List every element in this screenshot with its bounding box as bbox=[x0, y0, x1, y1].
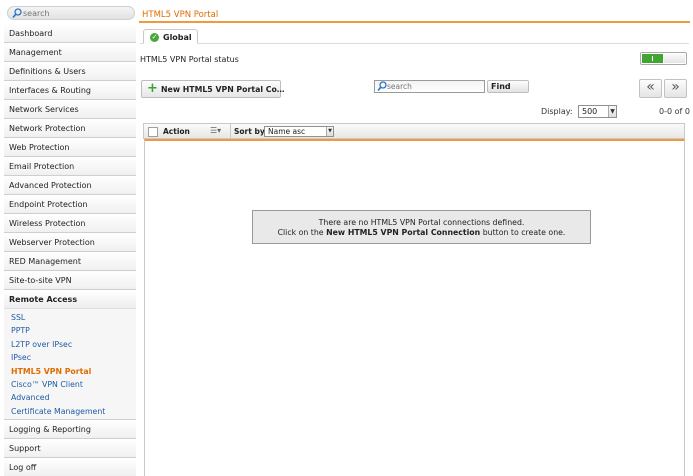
sidebar: Dashboard Management Definitions & Users… bbox=[0, 0, 139, 476]
remote-access-submenu: SSL PPTP L2TP over IPsec IPsec HTML5 VPN… bbox=[4, 309, 136, 421]
display-count-value: 500 bbox=[582, 107, 598, 116]
sidebar-subitem-pptp[interactable]: PPTP bbox=[4, 324, 136, 337]
sort-by-label: Sort by: bbox=[234, 127, 268, 136]
sidebar-subitem-l2tp-over-ipsec[interactable]: L2TP over IPsec bbox=[4, 338, 136, 351]
breadcrumb-bar: HTML5 VPN Portal bbox=[139, 5, 690, 23]
result-range: 0-0 of 0 bbox=[659, 107, 690, 116]
sort-by-select[interactable]: Name asc ▼ bbox=[264, 126, 334, 137]
search-icon bbox=[377, 81, 387, 92]
sidebar-subitem-certificate-management[interactable]: Certificate Management bbox=[4, 405, 136, 418]
new-portal-connection-label: New HTML5 VPN Portal Co… bbox=[161, 85, 285, 94]
list-header: Action ☰▾ Sort by: Name asc ▼ bbox=[143, 123, 685, 139]
empty-state-button-ref: New HTML5 VPN Portal Connection bbox=[326, 228, 481, 237]
sidebar-search[interactable] bbox=[7, 6, 135, 20]
display-count-label: Display: bbox=[541, 107, 573, 116]
list-menu-icon[interactable]: ☰▾ bbox=[210, 126, 221, 135]
select-all-checkbox[interactable] bbox=[148, 127, 158, 137]
empty-state-prefix: Click on the bbox=[277, 228, 327, 237]
chevron-down-icon: ▼ bbox=[608, 106, 616, 117]
sidebar-subitem-advanced[interactable]: Advanced bbox=[4, 391, 136, 404]
empty-state-line2: Click on the New HTML5 VPN Portal Connec… bbox=[253, 228, 590, 237]
sidebar-item-support[interactable]: Support bbox=[4, 439, 136, 459]
next-page-button[interactable]: » bbox=[664, 79, 687, 98]
header-divider bbox=[230, 124, 231, 138]
sidebar-subitem-cisco-vpn-client[interactable]: Cisco™ VPN Client bbox=[4, 378, 136, 391]
find-button[interactable]: Find bbox=[487, 80, 529, 93]
tab-global-label: Global bbox=[163, 33, 192, 42]
sidebar-item-advanced-protection[interactable]: Advanced Protection bbox=[4, 176, 136, 195]
list-search-input[interactable] bbox=[387, 81, 482, 92]
portal-status-label: HTML5 VPN Portal status bbox=[140, 55, 239, 64]
toggle-off-segment bbox=[664, 54, 685, 63]
sidebar-item-red-management[interactable]: RED Management bbox=[4, 252, 136, 271]
list-search[interactable] bbox=[374, 80, 485, 93]
display-count-select[interactable]: 500 ▼ bbox=[578, 105, 617, 118]
plus-icon: + bbox=[147, 81, 158, 96]
empty-state-line1: There are no HTML5 VPN Portal connection… bbox=[318, 218, 525, 227]
search-icon bbox=[12, 8, 22, 19]
sidebar-subitem-ssl[interactable]: SSL bbox=[4, 311, 136, 324]
breadcrumb: HTML5 VPN Portal bbox=[142, 10, 219, 20]
chevron-down-icon: ▼ bbox=[326, 127, 333, 136]
sidebar-nav: Dashboard Management Definitions & Users… bbox=[4, 24, 136, 476]
sidebar-item-email-protection[interactable]: Email Protection bbox=[4, 157, 136, 176]
sidebar-item-interfaces-routing[interactable]: Interfaces & Routing bbox=[4, 81, 136, 100]
sidebar-item-management[interactable]: Management bbox=[4, 43, 136, 62]
new-portal-connection-button[interactable]: + New HTML5 VPN Portal Co… bbox=[141, 80, 285, 98]
sidebar-item-definitions-users[interactable]: Definitions & Users bbox=[4, 62, 136, 81]
sidebar-item-network-protection[interactable]: Network Protection bbox=[4, 119, 136, 138]
sidebar-item-log-off[interactable]: Log off bbox=[4, 458, 136, 476]
action-label: Action bbox=[163, 127, 190, 136]
connection-list bbox=[144, 139, 685, 476]
empty-state-message: There are no HTML5 VPN Portal connection… bbox=[252, 210, 591, 244]
sidebar-search-input[interactable] bbox=[23, 7, 128, 19]
sidebar-item-site-to-site-vpn[interactable]: Site-to-site VPN bbox=[4, 271, 136, 290]
sidebar-item-web-protection[interactable]: Web Protection bbox=[4, 138, 136, 157]
app-window: Dashboard Management Definitions & Users… bbox=[0, 0, 693, 476]
sidebar-item-dashboard[interactable]: Dashboard bbox=[4, 24, 136, 43]
sidebar-group-remote-access[interactable]: Remote Access bbox=[4, 290, 136, 309]
sidebar-item-webserver-protection[interactable]: Webserver Protection bbox=[4, 233, 136, 252]
check-circle-icon: ✓ bbox=[150, 33, 159, 42]
tab-strip: ✓ Global bbox=[140, 28, 689, 44]
sidebar-item-endpoint-protection[interactable]: Endpoint Protection bbox=[4, 195, 136, 214]
empty-state-suffix: button to create one. bbox=[480, 228, 566, 237]
tab-global[interactable]: ✓ Global bbox=[143, 29, 198, 44]
previous-page-button[interactable]: « bbox=[639, 79, 662, 98]
sidebar-item-network-services[interactable]: Network Services bbox=[4, 100, 136, 119]
sidebar-item-logging-reporting[interactable]: Logging & Reporting bbox=[4, 420, 136, 440]
toggle-on-indicator bbox=[642, 54, 663, 63]
sort-by-value: Name asc bbox=[268, 127, 306, 136]
sidebar-item-wireless-protection[interactable]: Wireless Protection bbox=[4, 214, 136, 233]
portal-status-toggle[interactable] bbox=[640, 52, 687, 65]
sidebar-subitem-ipsec[interactable]: IPsec bbox=[4, 351, 136, 364]
sidebar-subitem-html5-vpn-portal[interactable]: HTML5 VPN Portal bbox=[4, 365, 136, 378]
